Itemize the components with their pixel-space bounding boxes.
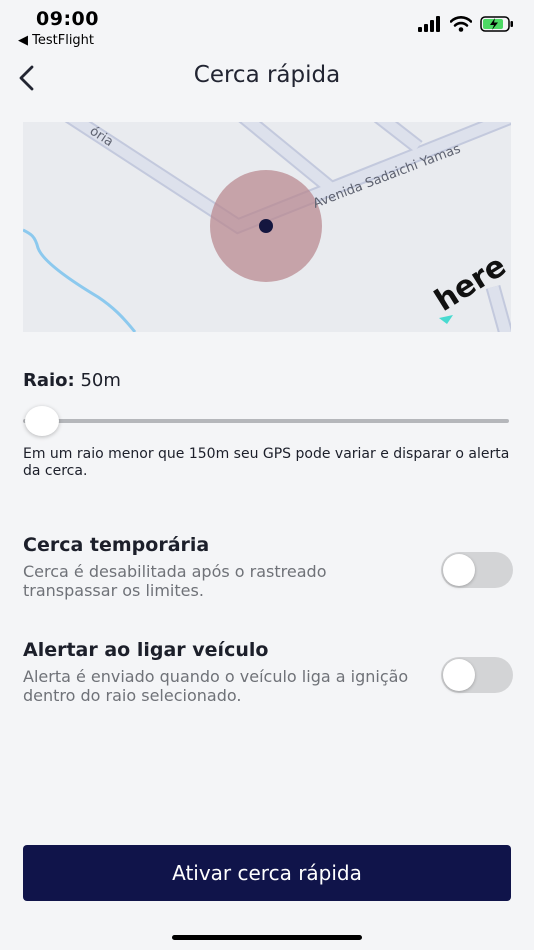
activate-quick-fence-button[interactable]: Ativar cerca rápida [23,845,511,901]
wifi-icon [450,16,472,32]
radius-slider-track[interactable] [23,419,509,423]
home-indicator[interactable] [172,935,362,940]
page-title: Cerca rápida [193,62,341,88]
setting-description: Alerta é enviado quando o veículo liga a… [23,667,409,705]
radius-value: 50m [80,370,121,391]
navigation-bar: Cerca rápida [0,52,534,102]
cellular-signal-icon [418,16,440,32]
setting-title: Cerca temporária [23,534,210,556]
radius-slider-thumb[interactable] [25,406,59,436]
map-view[interactable]: Avenida Sadaichi Yamas ória here [23,122,511,332]
radius-slider[interactable] [23,404,511,438]
back-to-testflight-link[interactable]: ◀ TestFlight [18,33,94,48]
radius-label: Raio: [23,370,75,391]
battery-charging-icon [480,16,513,32]
temporary-fence-toggle[interactable] [441,552,513,588]
status-icons [418,16,514,32]
vehicle-ignition-alert-toggle[interactable] [441,657,513,693]
setting-title: Alertar ao ligar veículo [23,639,269,661]
radius-hint: Em um raio menor que 150m seu GPS pode v… [23,446,510,479]
vehicle-location-marker [259,219,273,233]
setting-temporary-fence: Cerca temporária Cerca é desabilitada ap… [23,534,513,600]
status-time: 09:00 [36,8,99,30]
toggle-knob [443,554,475,586]
radius-row: Raio: 50m [23,370,121,391]
status-bar: 09:00 ◀ TestFlight [0,0,534,52]
setting-vehicle-ignition-alert: Alertar ao ligar veículo Alerta é enviad… [23,639,513,705]
toggle-knob [443,659,475,691]
map-canvas: Avenida Sadaichi Yamas ória here [23,122,511,332]
setting-description: Cerca é desabilitada após o rastreado tr… [23,562,327,600]
